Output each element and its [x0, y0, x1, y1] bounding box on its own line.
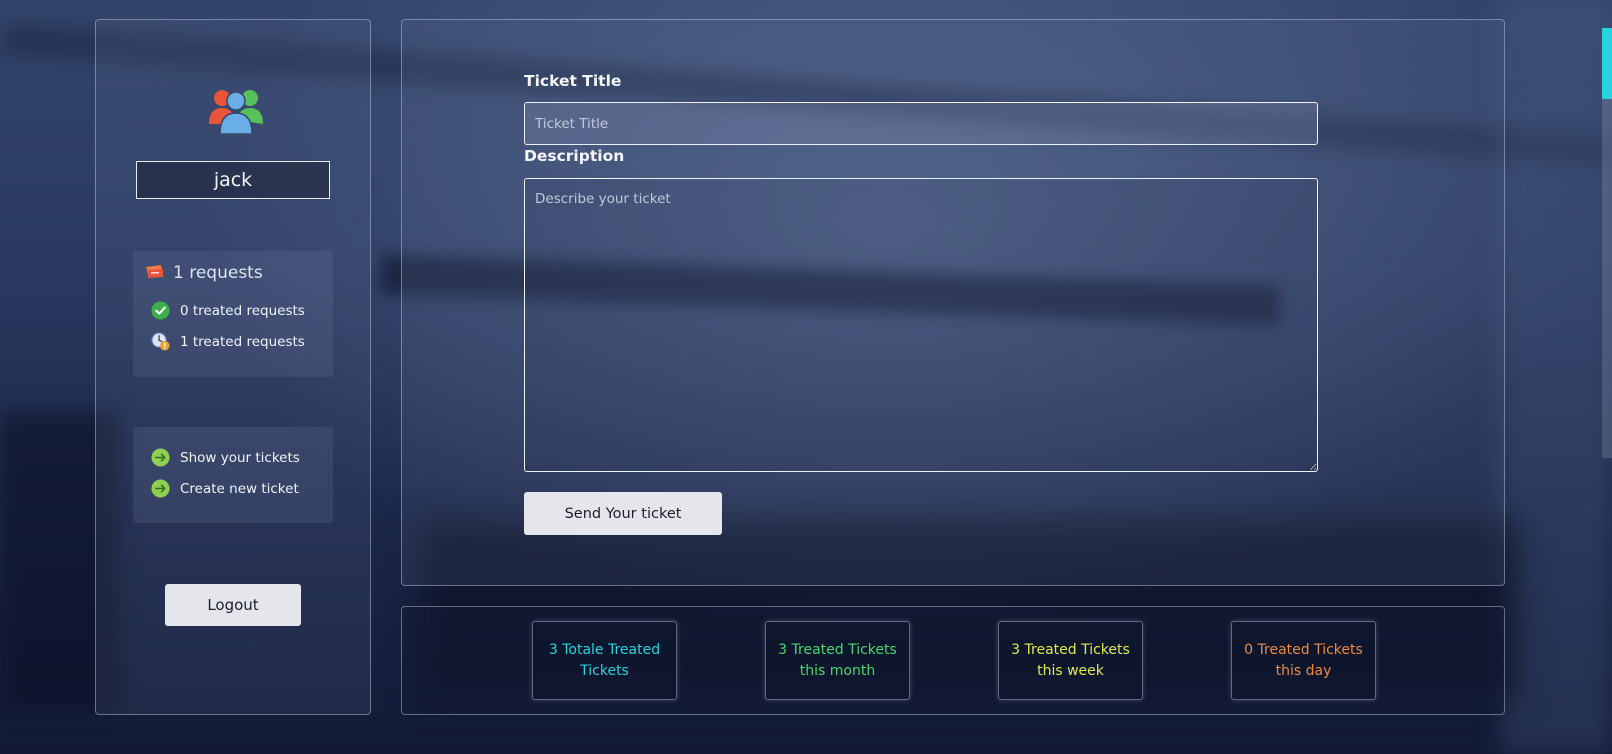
stat-text: 3 Totale Treated Tickets — [548, 641, 661, 679]
day-treated-stat: 0 Treated Tickets this day — [1231, 621, 1376, 700]
ticket-title-label: Ticket Title — [524, 72, 622, 90]
description-textarea[interactable] — [524, 178, 1318, 472]
check-circle-icon — [151, 301, 170, 320]
username-display: jack — [136, 161, 330, 199]
logout-button[interactable]: Logout — [165, 584, 301, 626]
show-tickets-label: Show your tickets — [180, 449, 300, 466]
requests-count-label: 1 requests — [173, 263, 263, 283]
pending-requests-label: 1 treated requests — [180, 333, 305, 350]
ticket-form-panel: Ticket Title Description Send Your ticke… — [401, 19, 1505, 586]
show-tickets-link[interactable]: Show your tickets — [151, 448, 300, 467]
stat-text: 3 Treated Tickets this week — [1011, 641, 1130, 679]
ticket-title-input[interactable] — [524, 102, 1318, 145]
stat-text: 0 Treated Tickets this day — [1244, 641, 1363, 679]
week-treated-stat: 3 Treated Tickets this week — [998, 621, 1143, 700]
background-streak — [1500, 0, 1612, 754]
send-ticket-button[interactable]: Send Your ticket — [524, 492, 722, 535]
pending-requests-row: 1 treated requests — [151, 332, 305, 351]
description-label: Description — [524, 147, 625, 165]
total-treated-stat: 3 Totale Treated Tickets — [532, 621, 677, 700]
page-scrollbar-thumb[interactable] — [1602, 28, 1612, 99]
ticket-stats-panel: 3 Totale Treated Tickets 3 Treated Ticke… — [401, 606, 1505, 715]
arrow-right-circle-icon — [151, 479, 170, 498]
create-ticket-link[interactable]: Create new ticket — [151, 479, 299, 498]
clock-warning-icon — [151, 332, 170, 351]
treated-requests-row: 0 treated requests — [151, 301, 305, 320]
requests-summary-card: 1 requests 0 treated requests 1 treated … — [133, 251, 333, 377]
stat-text: 3 Treated Tickets this month — [778, 641, 897, 679]
arrow-right-circle-icon — [151, 448, 170, 467]
users-group-icon — [209, 90, 263, 134]
navigation-card: Show your tickets Create new ticket — [133, 427, 333, 523]
requests-count-row: 1 requests — [145, 263, 263, 283]
create-ticket-label: Create new ticket — [180, 480, 299, 497]
user-sidebar: jack 1 requests 0 treated requests 1 tre… — [95, 19, 371, 715]
treated-requests-label: 0 treated requests — [180, 302, 305, 319]
ticket-icon — [146, 265, 163, 278]
month-treated-stat: 3 Treated Tickets this month — [765, 621, 910, 700]
